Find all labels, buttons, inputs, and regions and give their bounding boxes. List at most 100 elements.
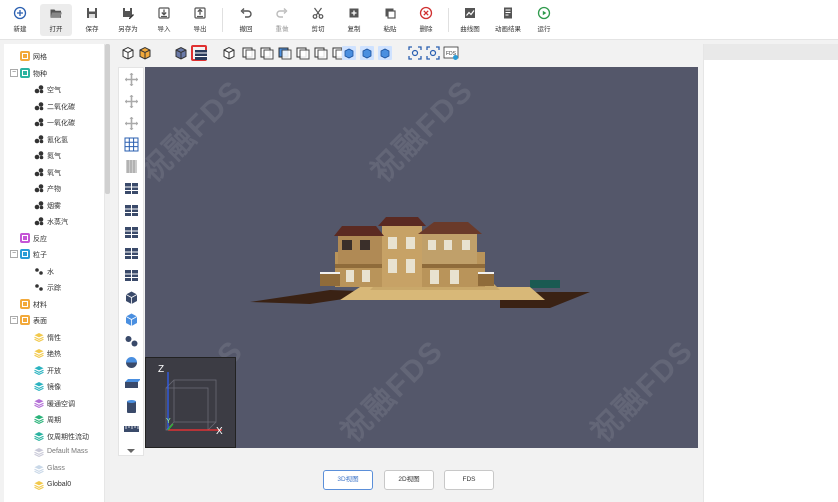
collapse-toggle-icon[interactable]: −: [10, 316, 18, 324]
tree-group[interactable]: − 物种: [4, 65, 104, 81]
solid-cube-button[interactable]: [137, 45, 153, 61]
tree-item[interactable]: Global0: [4, 477, 104, 493]
cube-tool-button[interactable]: [123, 289, 140, 306]
line-chart-button[interactable]: 曲线图: [454, 4, 486, 36]
tree-item-label: 水蒸汽: [47, 219, 68, 226]
hole-icon: [125, 204, 138, 216]
vent-tool-button[interactable]: [123, 224, 140, 241]
layers-icon: [34, 365, 44, 375]
rotate-tool-button[interactable]: [123, 93, 140, 110]
iso-view-2-button[interactable]: [359, 45, 375, 61]
view-right-button[interactable]: [295, 45, 311, 61]
tree-group[interactable]: 网格: [4, 48, 104, 64]
tree-group[interactable]: − 表面: [4, 312, 104, 328]
open-button[interactable]: 打开: [40, 4, 72, 36]
export-label: 导出: [193, 26, 207, 33]
tree-item[interactable]: 空气: [4, 81, 104, 97]
tree-item[interactable]: 仅周期性流动: [4, 428, 104, 444]
copy-button[interactable]: 复制: [338, 4, 370, 36]
block-tool-button[interactable]: [123, 267, 140, 284]
tree-item[interactable]: 镜像: [4, 378, 104, 394]
zoom-selection-button[interactable]: [425, 45, 441, 61]
tree-item[interactable]: 示踪: [4, 279, 104, 295]
tab-2d-view[interactable]: 2D视图: [384, 470, 434, 490]
sphere-cut-icon: [126, 357, 137, 369]
move-tool-button[interactable]: [123, 71, 140, 88]
animation-result-label: 动画结果: [495, 26, 521, 33]
building-model[interactable]: [250, 212, 600, 312]
cylinder-tool-button[interactable]: [123, 398, 140, 415]
wall-tool-button[interactable]: [123, 158, 140, 175]
tree-item[interactable]: 惰性: [4, 329, 104, 345]
tree-item[interactable]: 水: [4, 263, 104, 279]
view-front-button[interactable]: [241, 45, 257, 61]
tree-item[interactable]: Glass: [4, 461, 104, 477]
hole-tool-button[interactable]: [123, 202, 140, 219]
view-left-button[interactable]: [277, 45, 293, 61]
new-button[interactable]: 新建: [4, 4, 36, 36]
undo-button[interactable]: 撤回: [230, 4, 262, 36]
cut-button[interactable]: 剪切: [302, 4, 334, 36]
export-button[interactable]: 导出: [184, 4, 216, 36]
fds-export-button[interactable]: FDS: [443, 45, 459, 61]
vent-surface-tool-button[interactable]: [123, 311, 140, 328]
tree-scrollbar-thumb[interactable]: [105, 44, 110, 194]
view-top-button[interactable]: [313, 45, 329, 61]
cube-icon: [125, 291, 138, 304]
tree-item-label: 暖通空调: [47, 400, 75, 408]
split-tool-button[interactable]: [123, 245, 140, 262]
tree-item[interactable]: 烟雾: [4, 197, 104, 213]
tree-item[interactable]: Default Mass: [4, 444, 104, 460]
molecule-icon: [34, 101, 44, 111]
ruler-tool-button[interactable]: [123, 420, 140, 437]
zoom-fit-button[interactable]: [407, 45, 423, 61]
tree-group[interactable]: − 粒子: [4, 246, 104, 262]
tree-group[interactable]: 反应: [4, 230, 104, 246]
tree-item[interactable]: 周期: [4, 411, 104, 427]
tree-item[interactable]: 暖通空调: [4, 395, 104, 411]
z-axis-label: Z: [158, 364, 165, 375]
textured-cube-button[interactable]: [173, 45, 189, 61]
collapse-toggle-icon[interactable]: −: [10, 250, 18, 258]
tab-fds[interactable]: FDS: [444, 470, 494, 490]
save-as-button[interactable]: 另存为: [112, 4, 144, 36]
particle-cloud-tool-button[interactable]: [123, 333, 140, 350]
tree-item[interactable]: 开放: [4, 362, 104, 378]
molecule-icon: [34, 150, 44, 160]
tree-item[interactable]: 二氧化碳: [4, 98, 104, 114]
scroll-down-icon[interactable]: [127, 449, 135, 453]
obstruction-tool-button[interactable]: [123, 180, 140, 197]
redo-button[interactable]: 重做: [266, 4, 298, 36]
tree-group[interactable]: 材料: [4, 296, 104, 312]
paste-button[interactable]: 粘贴: [374, 4, 406, 36]
tree-item[interactable]: 绝热: [4, 345, 104, 361]
tab-3d-view[interactable]: 3D视图: [323, 470, 373, 490]
tree-item[interactable]: 水蒸汽: [4, 213, 104, 229]
tree-item[interactable]: 氰化氢: [4, 131, 104, 147]
sphere-cut-tool-button[interactable]: [123, 354, 140, 371]
tree-scrollbar[interactable]: [105, 44, 110, 502]
mirror-icon: [125, 116, 138, 130]
view-toolbar: FDS: [115, 44, 698, 64]
animation-result-button[interactable]: 动画结果: [492, 4, 524, 36]
3d-viewport[interactable]: 祝融FDS 祝融FDS 祝融FDS 祝融FDS 祝融FDS: [145, 67, 698, 448]
view-back-button[interactable]: [259, 45, 275, 61]
tree-item[interactable]: 一氧化碳: [4, 114, 104, 130]
new-label: 新建: [13, 26, 27, 33]
delete-button[interactable]: 删除: [410, 4, 442, 36]
cube-open-button[interactable]: [221, 45, 237, 61]
import-button[interactable]: 导入: [148, 4, 180, 36]
grid-mesh-tool-button[interactable]: [123, 136, 140, 153]
run-button[interactable]: 运行: [528, 4, 560, 36]
tree-item[interactable]: 氮气: [4, 147, 104, 163]
collapse-toggle-icon[interactable]: −: [10, 68, 18, 77]
iso-view-1-button[interactable]: [341, 45, 357, 61]
slab-tool-button[interactable]: [123, 376, 140, 393]
save-button[interactable]: 保存: [76, 4, 108, 36]
iso-view-3-button[interactable]: [377, 45, 393, 61]
wire-cube-button[interactable]: [120, 45, 136, 61]
mirror-tool-button[interactable]: [123, 115, 140, 132]
tree-item[interactable]: 氧气: [4, 164, 104, 180]
box-outline-button[interactable]: [191, 45, 207, 61]
tree-item[interactable]: 产物: [4, 180, 104, 196]
